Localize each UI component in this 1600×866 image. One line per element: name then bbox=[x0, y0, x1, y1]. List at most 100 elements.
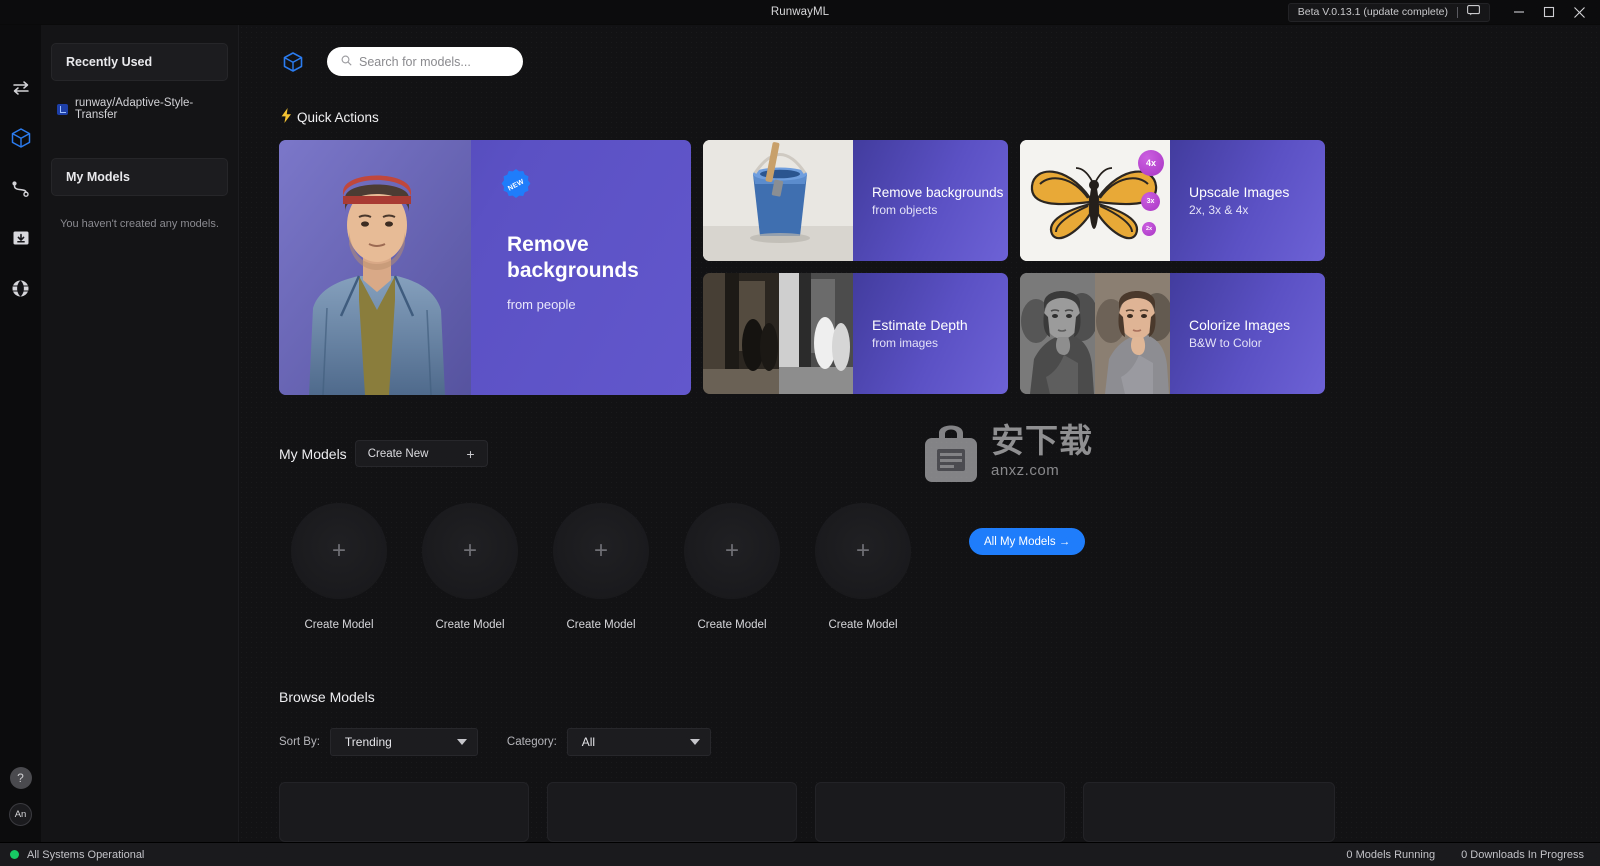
hero-subtitle: from people bbox=[507, 297, 576, 313]
badge-label: 2x bbox=[1145, 226, 1153, 232]
create-model-caption: Create Model bbox=[566, 619, 636, 631]
plus-icon: + bbox=[462, 537, 477, 564]
browse-model-card[interactable] bbox=[547, 782, 797, 842]
version-badge[interactable]: Beta V.0.13.1 (update complete) bbox=[1287, 2, 1490, 22]
avatar[interactable]: An bbox=[9, 803, 32, 826]
new-badge: NEW bbox=[499, 168, 533, 202]
main-content: Search for models... Quick Actions NEW R… bbox=[239, 25, 1600, 842]
create-model-caption: Create Model bbox=[435, 619, 505, 631]
upscale-badge-3x: 3x bbox=[1141, 192, 1160, 211]
status-badge: All Systems Operational bbox=[27, 848, 145, 861]
create-model-slot[interactable]: + Create Model bbox=[553, 503, 649, 631]
quick-actions-label: Quick Actions bbox=[297, 109, 379, 125]
cube-icon[interactable] bbox=[0, 113, 41, 163]
browse-model-card[interactable] bbox=[1083, 782, 1335, 842]
all-my-models-button[interactable]: All My Models → bbox=[969, 528, 1086, 555]
title-bar: RunwayML Beta V.0.13.1 (update complete) bbox=[0, 0, 1600, 25]
my-models-header: My Models Create New + bbox=[279, 440, 1560, 467]
plus-icon: + bbox=[331, 537, 346, 564]
chat-bubble-icon[interactable] bbox=[1467, 3, 1480, 21]
my-models-row: + Create Model + Create Model + Create M… bbox=[279, 503, 1560, 631]
create-model-slot[interactable]: + Create Model bbox=[684, 503, 780, 631]
create-model-caption: Create Model bbox=[828, 619, 898, 631]
create-model-caption: Create Model bbox=[697, 619, 767, 631]
browse-model-card[interactable] bbox=[815, 782, 1065, 842]
create-new-button[interactable]: Create New + bbox=[354, 440, 488, 467]
icon-rail: ? An bbox=[0, 25, 41, 842]
create-model-circle[interactable]: + bbox=[815, 503, 911, 599]
version-label: Beta V.0.13.1 (update complete) bbox=[1297, 6, 1448, 18]
card-title: Colorize Images bbox=[1189, 316, 1291, 333]
hero-text: Remove backgrounds from people bbox=[507, 232, 677, 312]
workflow-node-icon[interactable] bbox=[0, 163, 41, 213]
empty-state-message: You haven't created any models. bbox=[60, 218, 219, 230]
app-body: ? An Recently Used runway/Adaptive-Style… bbox=[0, 25, 1600, 842]
quick-action-card-upscale-images[interactable]: 4x 3x 2x Upscale Images 2x, 3x & 4x bbox=[1020, 140, 1325, 261]
my-models-title: My Models bbox=[279, 445, 347, 462]
minimize-button[interactable] bbox=[1504, 0, 1534, 25]
plus-icon: + bbox=[855, 537, 870, 564]
models-running-count: 0 Models Running bbox=[1346, 848, 1436, 861]
sort-by-label: Sort By: bbox=[279, 736, 320, 748]
create-model-slot[interactable]: + Create Model bbox=[815, 503, 911, 631]
globe-icon[interactable] bbox=[0, 263, 41, 313]
quick-action-card-estimate-depth[interactable]: Estimate Depth from images bbox=[703, 273, 1008, 394]
card-label: Remove backgrounds from objects bbox=[853, 140, 1008, 261]
plus-icon: + bbox=[724, 537, 739, 564]
create-model-circle[interactable]: + bbox=[291, 503, 387, 599]
cube-icon bbox=[279, 51, 307, 73]
close-button[interactable] bbox=[1564, 0, 1594, 25]
quick-action-card-remove-bg-people[interactable]: NEW Remove backgrounds from people bbox=[279, 140, 691, 395]
window-controls bbox=[1504, 0, 1594, 25]
browse-model-cards bbox=[279, 782, 1560, 842]
help-button[interactable]: ? bbox=[9, 767, 32, 789]
sidebar-panel: Recently Used runway/Adaptive-Style-Tran… bbox=[41, 25, 239, 842]
sidebar-section-my-models[interactable]: My Models bbox=[51, 158, 228, 196]
photo-depth-map bbox=[703, 273, 853, 394]
card-label: Estimate Depth from images bbox=[853, 273, 1008, 394]
card-subtitle: from images bbox=[872, 336, 939, 351]
card-label: Colorize Images B&W to Color bbox=[1170, 273, 1325, 394]
plus-icon: + bbox=[593, 537, 608, 564]
plus-icon: + bbox=[466, 445, 475, 462]
chevron-down-icon bbox=[456, 739, 467, 745]
card-subtitle: B&W to Color bbox=[1189, 336, 1262, 351]
maximize-button[interactable] bbox=[1534, 0, 1564, 25]
card-label: Upscale Images 2x, 3x & 4x bbox=[1170, 140, 1325, 261]
card-title: Estimate Depth bbox=[872, 316, 968, 333]
browse-model-card[interactable] bbox=[279, 782, 529, 842]
browse-filters: Sort By: Trending Category: All bbox=[279, 728, 1560, 756]
status-left: All Systems Operational bbox=[10, 849, 144, 861]
badge-label: 4x bbox=[1145, 158, 1156, 168]
status-indicator-dot bbox=[10, 850, 19, 859]
search-placeholder: Search for models... bbox=[359, 54, 471, 69]
create-model-circle[interactable]: + bbox=[553, 503, 649, 599]
badge-label: 3x bbox=[1146, 198, 1155, 205]
list-item[interactable]: runway/Adaptive-Style-Transfer bbox=[51, 88, 228, 130]
transfer-arrows-icon[interactable] bbox=[0, 63, 41, 113]
download-box-icon[interactable] bbox=[0, 213, 41, 263]
photo-migrant-mother bbox=[1020, 273, 1170, 394]
quick-actions-grid: NEW Remove backgrounds from people Remov… bbox=[279, 140, 1560, 395]
upscale-badge-4x: 4x bbox=[1138, 150, 1164, 176]
quick-action-card-remove-bg-objects[interactable]: Remove backgrounds from objects bbox=[703, 140, 1008, 261]
category-select[interactable]: All bbox=[566, 728, 711, 756]
sort-by-select[interactable]: Trending bbox=[329, 728, 478, 756]
recent-model-label: runway/Adaptive-Style-Transfer bbox=[75, 97, 194, 121]
status-bar: All Systems Operational 0 Models Running… bbox=[0, 842, 1600, 866]
photo-butterfly: 4x 3x 2x bbox=[1020, 140, 1170, 261]
divider bbox=[1457, 6, 1458, 18]
quick-action-card-colorize-images[interactable]: Colorize Images B&W to Color bbox=[1020, 273, 1325, 394]
sidebar-section-recently-used[interactable]: Recently Used bbox=[51, 43, 228, 81]
create-model-circle[interactable]: + bbox=[422, 503, 518, 599]
search-input[interactable]: Search for models... bbox=[327, 47, 523, 76]
card-title: Remove backgrounds bbox=[872, 184, 1004, 200]
photo-man-denim-jacket bbox=[279, 140, 471, 395]
quick-actions-row-top: Remove backgrounds from objects 4x 3x 2x… bbox=[703, 140, 1325, 261]
create-model-slot[interactable]: + Create Model bbox=[291, 503, 387, 631]
hero-title: Remove backgrounds bbox=[507, 233, 639, 282]
title-bar-right: Beta V.0.13.1 (update complete) bbox=[1287, 0, 1600, 25]
create-model-slot[interactable]: + Create Model bbox=[422, 503, 518, 631]
create-model-circle[interactable]: + bbox=[684, 503, 780, 599]
search-row: Search for models... bbox=[279, 47, 1560, 76]
